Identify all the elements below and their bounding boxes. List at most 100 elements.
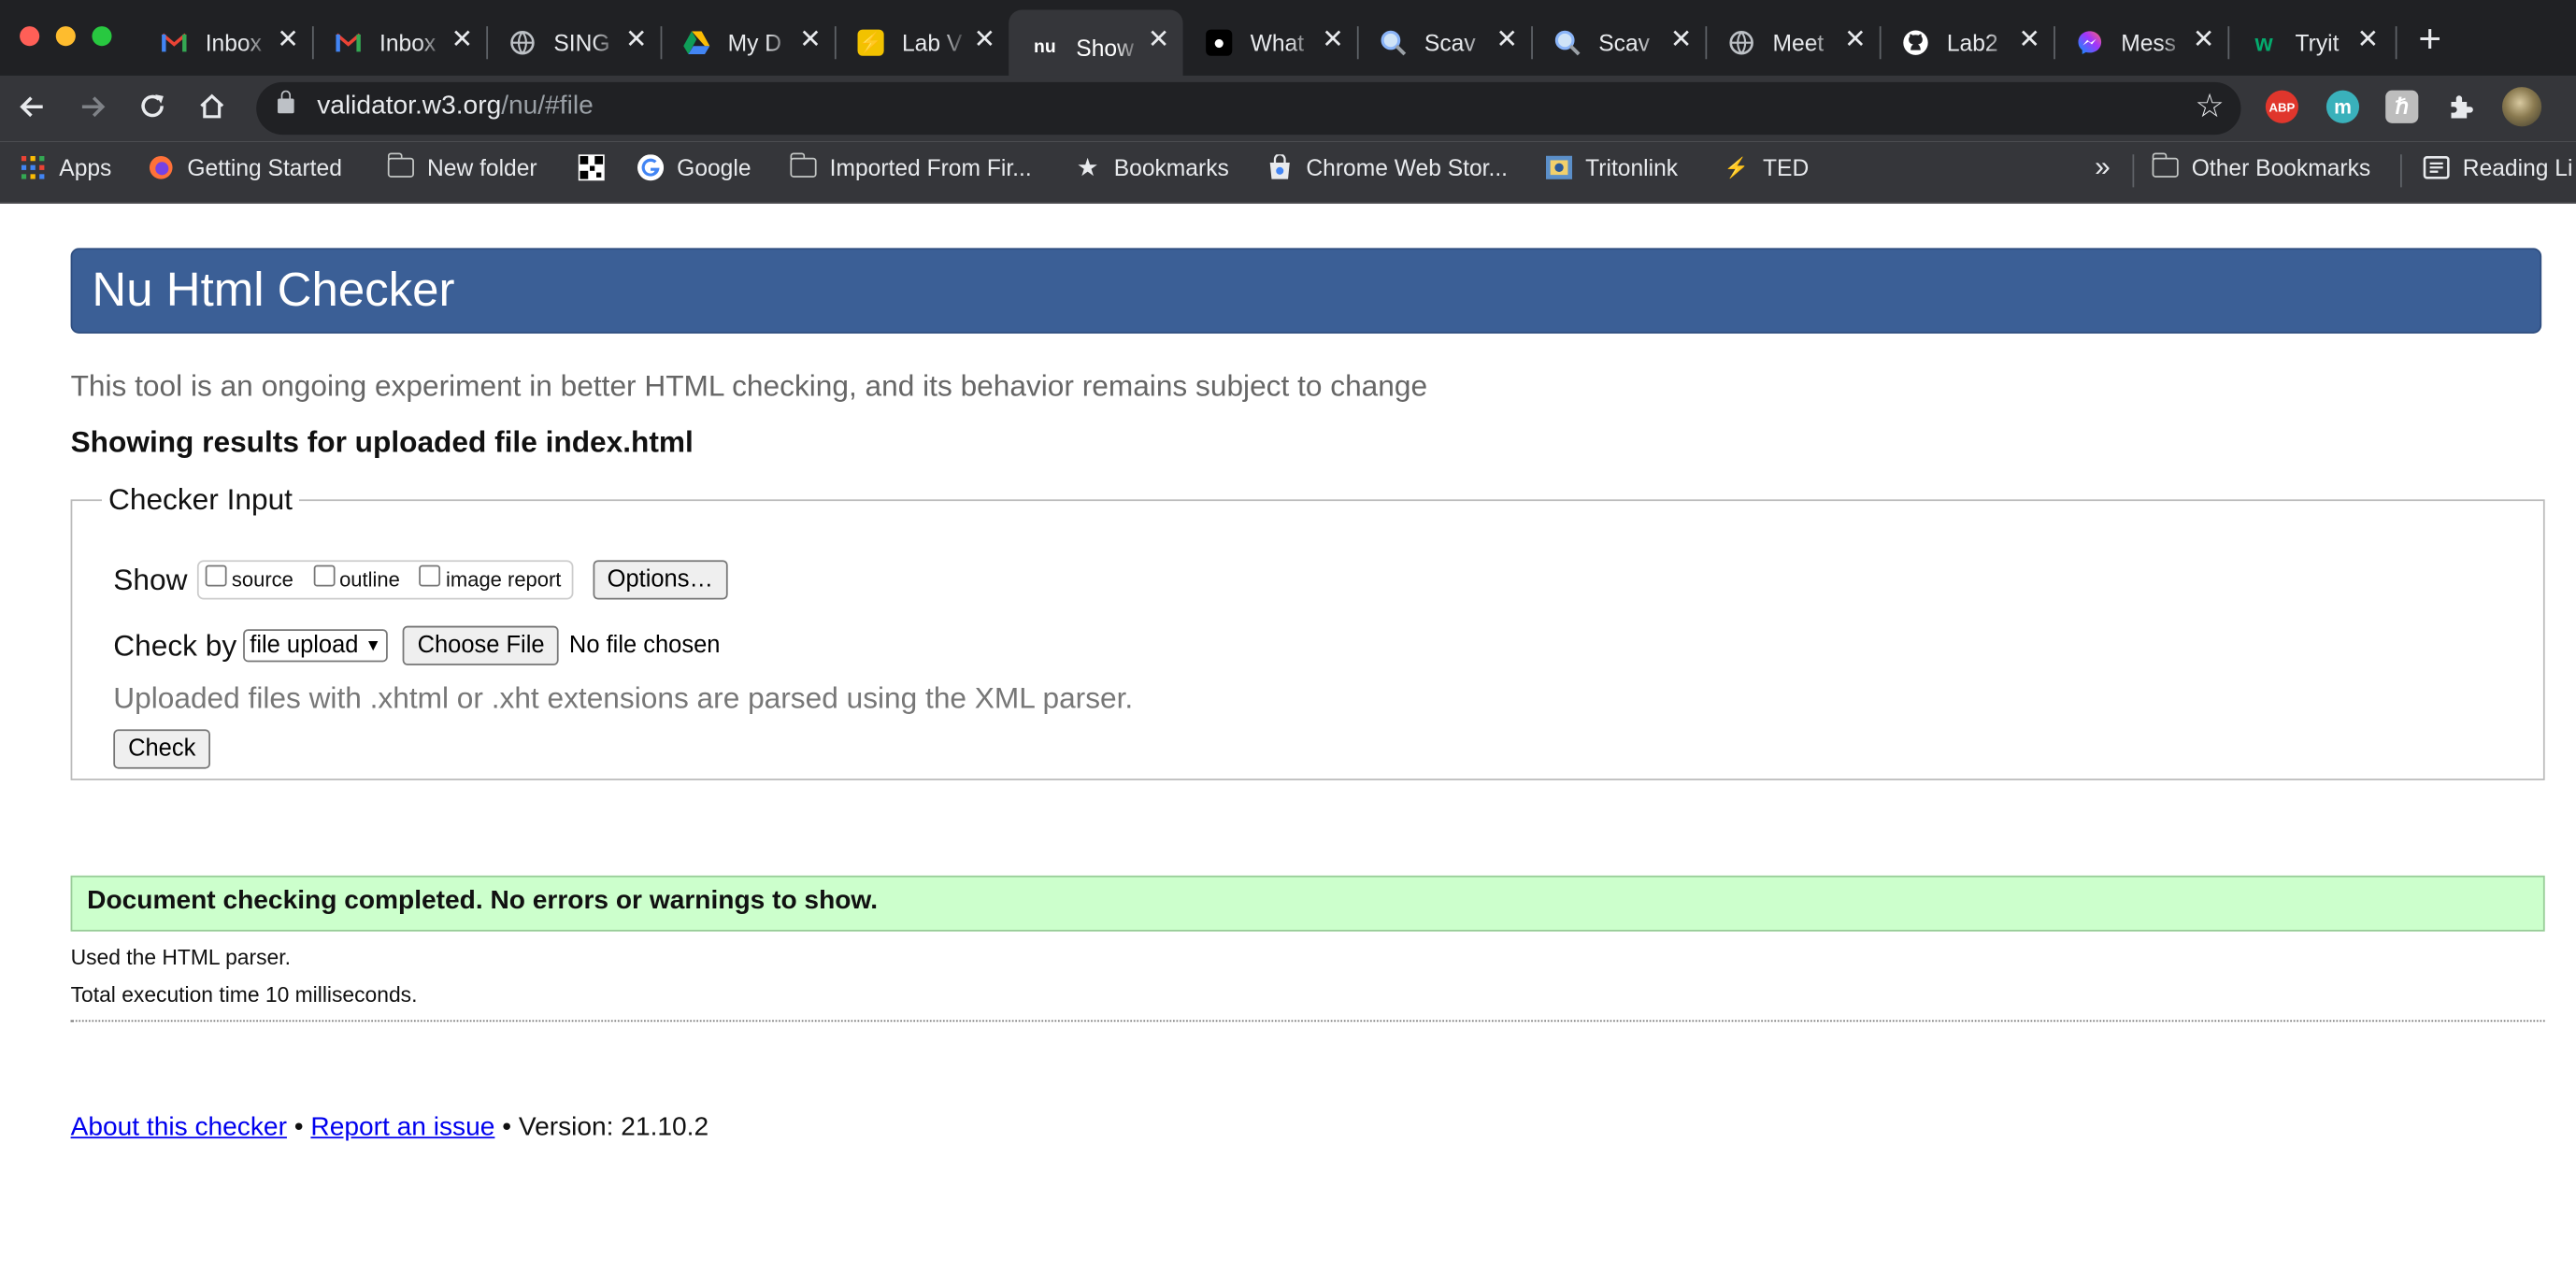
- tab-show-active[interactable]: nu Show ✕: [1009, 9, 1183, 86]
- success-text: Document checking completed. No errors o…: [87, 887, 879, 916]
- new-tab-plus-icon[interactable]: +: [2418, 19, 2441, 63]
- bookmarks-overflow-button[interactable]: »: [2095, 151, 2111, 184]
- close-tab-icon[interactable]: ✕: [799, 27, 822, 54]
- close-tab-icon[interactable]: ✕: [451, 27, 474, 54]
- tab-lab2[interactable]: Lab2 ✕: [1880, 10, 2054, 76]
- w3schools-icon: w: [2254, 29, 2273, 56]
- adblock-plus-icon[interactable]: ABP: [2265, 90, 2299, 123]
- show-outline-option[interactable]: outline: [312, 564, 400, 592]
- close-tab-icon[interactable]: ✕: [277, 27, 299, 54]
- minimize-window-button[interactable]: [55, 26, 76, 47]
- close-tab-icon[interactable]: ✕: [974, 27, 996, 54]
- bookmark-google[interactable]: Google: [637, 154, 751, 181]
- star-icon: ★: [1076, 154, 1099, 183]
- bookmark-reading-list[interactable]: Reading Li: [2423, 154, 2572, 180]
- home-icon[interactable]: [193, 91, 230, 127]
- close-tab-icon[interactable]: ✕: [2018, 27, 2040, 54]
- bookmark-apps[interactable]: Apps: [20, 154, 111, 180]
- bookmark-new-folder[interactable]: New folder: [386, 152, 537, 180]
- bookmark-tritonlink[interactable]: Tritonlink: [1545, 154, 1678, 180]
- browser-toolbar: validator.w3.org/nu/#file ☆ ABP m ℏ: [0, 75, 2576, 142]
- bookmark-other-bookmarks[interactable]: Other Bookmarks: [2151, 152, 2370, 180]
- no-file-chosen-text: No file chosen: [568, 632, 721, 659]
- show-source-option[interactable]: source: [205, 564, 293, 592]
- lightning-icon: ⚡: [1724, 155, 1750, 179]
- lock-icon[interactable]: [278, 90, 294, 114]
- extensions-puzzle-icon[interactable]: [2444, 91, 2477, 123]
- tab-what[interactable]: ● What ✕: [1183, 10, 1357, 76]
- options-button[interactable]: Options…: [592, 560, 728, 600]
- tab-inbox-1[interactable]: Inbox ✕: [138, 10, 312, 76]
- close-window-button[interactable]: [20, 26, 40, 47]
- qr-pattern-icon: [578, 154, 605, 181]
- tab-inbox-2[interactable]: Inbox ✕: [312, 10, 486, 76]
- bookmark-star-icon[interactable]: ☆: [2195, 89, 2225, 125]
- outline-checkbox[interactable]: [312, 564, 335, 586]
- extension-h-icon[interactable]: ℏ: [2385, 90, 2419, 123]
- tab-strip: Inbox ✕ Inbox ✕ SING ✕ My D ✕ ⚡ Lab V ✕ …: [0, 0, 2576, 86]
- search-icon: [1380, 30, 1407, 56]
- close-tab-icon[interactable]: ✕: [1148, 27, 1170, 54]
- github-icon: [1902, 30, 1928, 56]
- show-options-group: source outline image report: [196, 560, 573, 600]
- page-footer: About this checker • Report an issue • V…: [70, 1113, 709, 1142]
- search-icon: [1554, 30, 1581, 56]
- check-button[interactable]: Check: [113, 729, 211, 769]
- back-arrow-icon[interactable]: [15, 91, 51, 127]
- execution-time-stat: Total execution time 10 milliseconds.: [70, 982, 418, 1007]
- bookmark-bitmap[interactable]: [578, 154, 618, 181]
- image-report-checkbox[interactable]: [419, 564, 441, 586]
- show-options-row: Show source outline image report Options…: [113, 560, 728, 600]
- xml-parser-note: Uploaded files with .xhtml or .xht exten…: [113, 681, 1134, 715]
- check-by-label: Check by: [113, 628, 237, 662]
- choose-file-button[interactable]: Choose File: [402, 625, 560, 665]
- url-text[interactable]: validator.w3.org/nu/#file: [317, 92, 593, 121]
- show-image-report-option[interactable]: image report: [419, 564, 561, 592]
- bookmark-bookmarks[interactable]: ★ Bookmarks: [1075, 154, 1229, 183]
- tab-sing[interactable]: SING ✕: [486, 10, 660, 76]
- google-g-icon: [637, 154, 665, 181]
- close-tab-icon[interactable]: ✕: [1844, 27, 1867, 54]
- close-tab-icon[interactable]: ✕: [2193, 27, 2215, 54]
- close-tab-icon[interactable]: ✕: [1322, 27, 1344, 54]
- chatgpt-icon: ●: [1206, 29, 1233, 56]
- extension-m-icon[interactable]: m: [2326, 90, 2360, 123]
- checker-input-fieldset: Checker Input Show source outline image …: [70, 482, 2545, 780]
- firefox-icon: [148, 154, 174, 180]
- nu-icon: nu: [1034, 37, 1056, 58]
- about-checker-link[interactable]: About this checker: [71, 1114, 287, 1142]
- tab-messenger[interactable]: Mess ✕: [2054, 10, 2227, 76]
- google-drive-icon: [683, 30, 710, 56]
- forward-arrow-icon[interactable]: [74, 91, 110, 127]
- apps-grid-icon: [20, 154, 46, 180]
- tritonlink-icon: [1545, 154, 1573, 180]
- folder-icon: [789, 152, 817, 180]
- page-title: Nu Html Checker: [92, 264, 455, 318]
- close-tab-icon[interactable]: ✕: [2357, 27, 2380, 54]
- lightning-icon: ⚡: [857, 29, 884, 56]
- globe-icon: [1728, 30, 1754, 56]
- close-tab-icon[interactable]: ✕: [625, 27, 648, 54]
- bookmark-imported-from-firefox[interactable]: Imported From Fir...: [789, 152, 1032, 180]
- tab-tryit[interactable]: w Tryit ✕: [2227, 10, 2392, 76]
- address-bar[interactable]: validator.w3.org/nu/#file ☆: [256, 81, 2241, 136]
- profile-avatar[interactable]: [2501, 87, 2542, 127]
- tab-lab[interactable]: ⚡ Lab V ✕: [835, 10, 1009, 76]
- bookmark-chrome-web-store[interactable]: Chrome Web Stor...: [1267, 154, 1508, 180]
- zoom-window-button[interactable]: [92, 26, 112, 47]
- version-text: • Version: 21.10.2: [494, 1113, 709, 1142]
- intro-text: This tool is an ongoing experiment in be…: [70, 369, 1428, 403]
- tab-scav-2[interactable]: Scav ✕: [1531, 10, 1705, 76]
- bookmark-ted[interactable]: ⚡ TED: [1724, 154, 1809, 180]
- bookmark-getting-started[interactable]: Getting Started: [148, 154, 342, 180]
- checker-input-legend: Checker Input: [108, 482, 293, 516]
- report-issue-link[interactable]: Report an issue: [310, 1114, 494, 1142]
- source-checkbox[interactable]: [205, 564, 227, 586]
- tab-scav-1[interactable]: Scav ✕: [1357, 10, 1531, 76]
- check-by-select[interactable]: file upload ▼: [243, 629, 388, 663]
- close-tab-icon[interactable]: ✕: [1670, 27, 1693, 54]
- tab-my-drive[interactable]: My D ✕: [661, 10, 835, 76]
- close-tab-icon[interactable]: ✕: [1496, 27, 1519, 54]
- reload-icon[interactable]: [135, 91, 171, 127]
- tab-meet[interactable]: Meet ✕: [1705, 10, 1879, 76]
